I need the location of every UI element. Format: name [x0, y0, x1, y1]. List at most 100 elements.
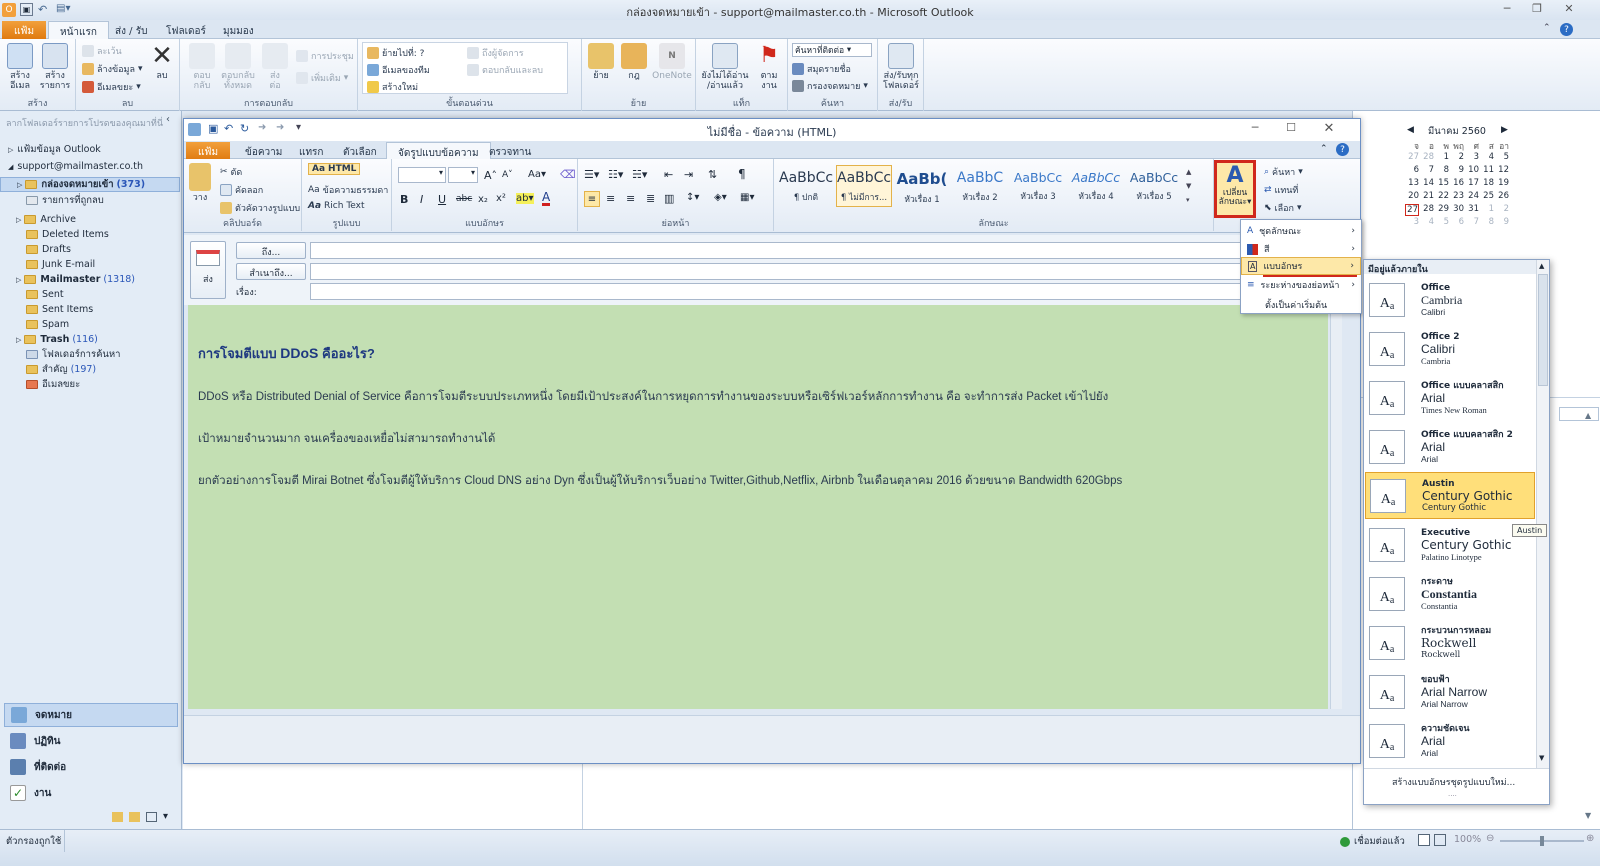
- select-button[interactable]: ⬉ เลือก ▾: [1264, 201, 1302, 215]
- compose-tab-message[interactable]: ข้อความ: [234, 142, 293, 160]
- nav-item-sent[interactable]: Sent: [0, 287, 180, 302]
- zoom-slider-thumb[interactable]: [1540, 836, 1544, 846]
- calendar-day[interactable]: 3: [1405, 217, 1419, 227]
- gallery-scroll-down-icon[interactable]: ▼: [1539, 754, 1544, 762]
- font-theme-item[interactable]: Aa กระดาษ Constantia Constantia: [1365, 570, 1535, 617]
- calendar-next-icon[interactable]: ▶: [1501, 125, 1508, 135]
- send-receive-all-button[interactable]: ส่ง/รับทุก โฟลเดอร์: [880, 43, 922, 91]
- nav-item-spam[interactable]: Spam: [0, 317, 180, 332]
- calendar-day[interactable]: 24: [1465, 191, 1479, 201]
- minimize-icon[interactable]: ─: [1494, 2, 1520, 18]
- underline-icon[interactable]: U: [438, 193, 446, 206]
- calendar-day[interactable]: 3: [1465, 152, 1479, 162]
- ignore-button[interactable]: ละเว้น: [82, 44, 122, 58]
- help-icon[interactable]: ?: [1560, 23, 1573, 36]
- nav-mail-button[interactable]: จดหมาย: [4, 703, 178, 727]
- shortcuts-icon[interactable]: [146, 811, 157, 822]
- onenote-button[interactable]: NOneNote: [652, 43, 692, 81]
- html-format-button[interactable]: Aa HTML: [308, 163, 361, 175]
- nav-calendar-button[interactable]: ปฏิทิน: [4, 729, 178, 753]
- subject-input[interactable]: [310, 283, 1350, 300]
- italic-icon[interactable]: I: [420, 193, 423, 206]
- zoom-in-icon[interactable]: ⊕: [1586, 833, 1594, 844]
- tab-send-receive[interactable]: ส่ง / รับ: [104, 21, 158, 39]
- distributed-icon[interactable]: ▥: [664, 192, 674, 205]
- style-normal[interactable]: AaBbCc ¶ ปกติ: [778, 165, 834, 207]
- compose-tab-review[interactable]: ตรวจทาน: [478, 142, 542, 160]
- gallery-scroll-up-icon[interactable]: ▲: [1539, 262, 1544, 270]
- nav-item-important[interactable]: สำคัญ (197): [0, 362, 180, 377]
- calendar-day[interactable]: 28: [1420, 152, 1434, 162]
- align-left-icon[interactable]: ≡: [584, 191, 600, 207]
- strikethrough-icon[interactable]: abc: [456, 194, 472, 204]
- tab-home[interactable]: หน้าแรก: [48, 21, 109, 39]
- styles-scroll[interactable]: ▲ ▼ ▾: [1186, 165, 1196, 209]
- menu-set-default[interactable]: ตั้งเป็นค่าเริ่มต้น: [1241, 296, 1361, 314]
- notes-icon[interactable]: [112, 811, 123, 822]
- nav-tasks-button[interactable]: ✓ งาน: [4, 781, 178, 805]
- change-styles-button[interactable]: A เปลี่ยน ลักษณะ▾: [1214, 160, 1256, 218]
- font-theme-item[interactable]: Aa Office แบบคลาสสิก 2 Arial Arial: [1365, 423, 1535, 470]
- calendar-day[interactable]: 8: [1435, 165, 1449, 175]
- style-heading-5[interactable]: AaBbCc หัวเรื่อง 5: [1126, 165, 1182, 207]
- nav-item-deleted-items[interactable]: Deleted Items: [0, 227, 180, 242]
- cc-button[interactable]: สำเนาถึง...: [236, 263, 306, 280]
- paste-button[interactable]: วาง: [188, 163, 212, 203]
- calendar-day[interactable]: 29: [1435, 204, 1449, 214]
- compose-close-icon[interactable]: ✕: [1316, 121, 1342, 137]
- calendar-day[interactable]: 21: [1420, 191, 1434, 201]
- compose-tab-file[interactable]: แฟ้ม: [186, 142, 230, 160]
- font-theme-item[interactable]: Aa กระบวนการหลอม Rockwell Rockwell: [1365, 619, 1535, 666]
- move-button[interactable]: ย้าย: [586, 43, 616, 81]
- unread-read-button[interactable]: ยังไม่ได้อ่าน /อ่านแล้ว: [698, 43, 752, 91]
- meeting-button[interactable]: การประชุม: [296, 49, 354, 63]
- font-size-dropdown[interactable]: ▾: [448, 167, 478, 183]
- style-heading-3[interactable]: AaBbCc หัวเรื่อง 3: [1010, 165, 1066, 207]
- change-case-icon[interactable]: Aa▾: [528, 169, 546, 180]
- justify-icon[interactable]: ≣: [646, 192, 655, 205]
- nav-item-deleted-th[interactable]: รายการที่ถูกลบ: [0, 193, 180, 208]
- tab-view[interactable]: มุมมอง: [212, 21, 265, 39]
- calendar-prev-icon[interactable]: ◀: [1407, 125, 1414, 135]
- font-theme-item[interactable]: Aa Executive Century Gothic Palatino Linoty…: [1365, 521, 1535, 568]
- fonts-gallery-scrollbar[interactable]: ▲ ▼: [1536, 260, 1549, 768]
- calendar-day[interactable]: 4: [1480, 152, 1494, 162]
- delete-button[interactable]: ✕ลบ: [148, 43, 176, 81]
- rich-text-button[interactable]: Aa Rich Text: [308, 201, 365, 211]
- calendar-day[interactable]: 1: [1435, 152, 1449, 162]
- nav-item-junk[interactable]: Junk E-mail: [0, 257, 180, 272]
- numbering-icon[interactable]: ☷▾: [608, 168, 623, 181]
- gallery-scroll-thumb[interactable]: [1538, 274, 1548, 386]
- menu-paragraph-spacing[interactable]: ≡ ระยะห่างของย่อหน้า ›: [1241, 276, 1361, 294]
- nav-item-junk-th[interactable]: อีเมลขยะ: [0, 377, 180, 392]
- sort-icon[interactable]: ⇅: [708, 168, 717, 181]
- configure-buttons-icon[interactable]: ▾: [163, 811, 168, 822]
- multilevel-icon[interactable]: ☵▾: [632, 168, 647, 181]
- close-icon[interactable]: ✕: [1556, 2, 1582, 18]
- calendar-day[interactable]: 26: [1495, 191, 1509, 201]
- cc-input[interactable]: [310, 263, 1350, 280]
- copy-button[interactable]: คัดลอก: [220, 183, 263, 197]
- find-button[interactable]: ⌕ ค้นหา ▾: [1264, 165, 1303, 179]
- calendar-day[interactable]: 19: [1495, 178, 1509, 188]
- todo-task-box[interactable]: [1559, 407, 1599, 421]
- calendar-day[interactable]: 10: [1465, 165, 1479, 175]
- todo-scroll-down-icon[interactable]: ▼: [1585, 811, 1591, 820]
- subscript-icon[interactable]: x₂: [478, 194, 488, 205]
- calendar-day[interactable]: 25: [1480, 191, 1494, 201]
- style-heading-2[interactable]: AaBbC หัวเรื่อง 2: [952, 165, 1008, 207]
- tab-file[interactable]: แฟ้ม: [2, 21, 46, 39]
- message-body[interactable]: การโจมตีแบบ DDoS คืออะไร? DDoS หรือ Dist…: [188, 305, 1328, 709]
- calendar-day[interactable]: 14: [1420, 178, 1434, 188]
- create-new-theme-fonts[interactable]: สร้างแบบอักษรชุดรูปแบบใหม่...: [1364, 768, 1549, 790]
- calendar-day[interactable]: 5: [1495, 152, 1509, 162]
- nav-item-outlook-data-file[interactable]: ▷ แฟ้มข้อมูล Outlook: [0, 142, 180, 157]
- compose-minimize-icon[interactable]: ─: [1242, 121, 1268, 137]
- gallery-resize-grip[interactable]: ....: [1448, 790, 1457, 798]
- nav-item-account[interactable]: ◢ support@mailmaster.co.th: [0, 159, 180, 174]
- normal-view-icon[interactable]: [1418, 834, 1430, 846]
- zoom-slider[interactable]: [1500, 836, 1584, 846]
- todo-scroll-up-icon[interactable]: ▲: [1585, 411, 1591, 420]
- find-contact-input[interactable]: ค้นหาที่ติดต่อ ▾: [792, 43, 872, 57]
- compose-tab-format-text[interactable]: จัดรูปแบบข้อความ: [386, 142, 491, 160]
